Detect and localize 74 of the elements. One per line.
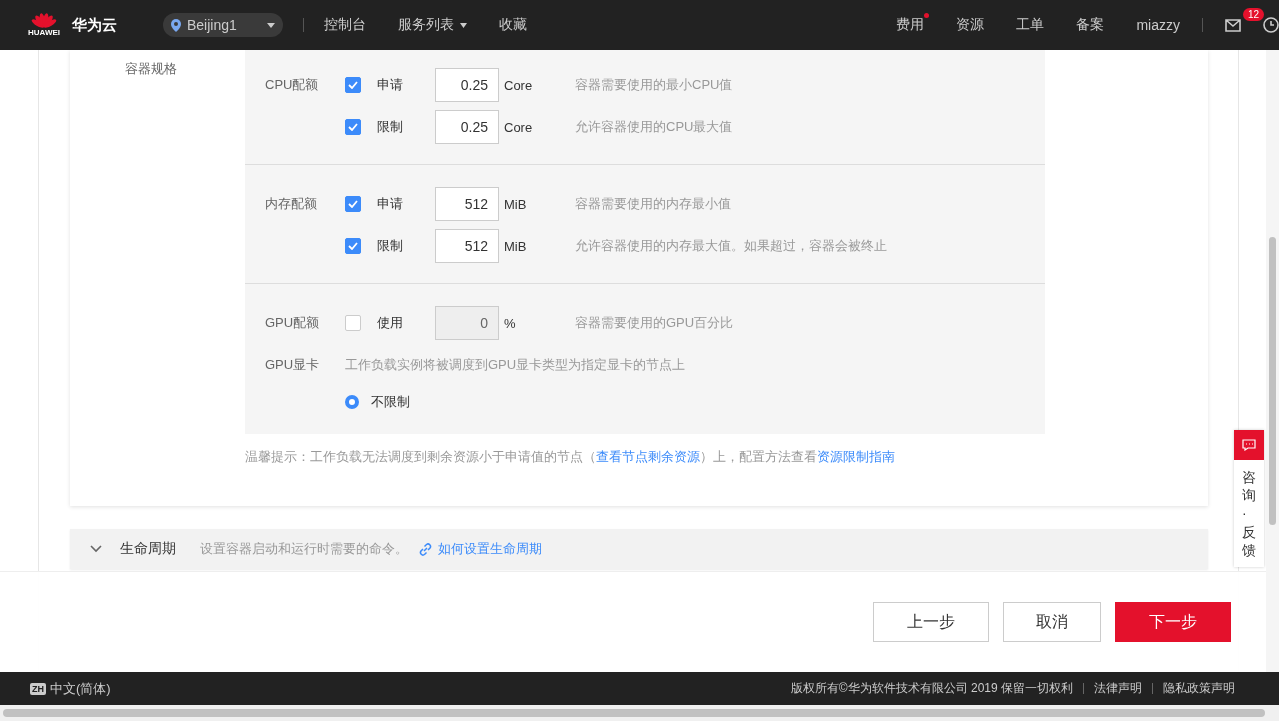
clock-icon[interactable] [1263,17,1279,33]
link-icon [418,541,433,557]
checkmark-icon [348,123,358,131]
vertical-scrollbar[interactable] [1266,50,1279,672]
chat-icon [1242,439,1256,451]
field-label: GPU显卡 [265,356,321,374]
unit-label: MiB [503,238,528,254]
field-description: 允许容器使用的内存最大值。如果超过，容器会被终止 [575,237,887,255]
hint-text: 温馨提示：工作负载无法调度到剩余资源小于申请值的节点（查看节点剩余资源）上，配置方法查看资源限制指南 [245,448,896,466]
number-field[interactable]: 512 [435,187,499,221]
nav-link[interactable]: 控制台 [324,16,366,34]
radio-button[interactable] [345,395,359,409]
language-badge: ZH [30,682,46,695]
section-description: 设置容器启动和运行时需要的命令。 [200,540,408,558]
hint-link[interactable]: 资源限制指南 [817,449,895,464]
unit-label: MiB [503,196,528,212]
nav-link[interactable]: 费用 [896,16,925,34]
caret-icon [267,22,275,28]
unit-label: Core [503,77,534,93]
footer-link[interactable]: 法律声明 [1094,680,1142,697]
checkbox-label: 限制 [377,118,404,136]
number-field[interactable]: 0.25 [435,68,499,102]
brand-name[interactable]: 华为云 [72,15,117,35]
checkmark-icon [348,81,358,89]
unit-label: % [503,315,517,331]
count-badge: 12 [1243,7,1265,21]
nav-link[interactable]: 服务列表 [398,16,467,34]
chevron-icon [90,545,102,553]
checkbox-label: 使用 [377,314,404,332]
language-selector[interactable]: 中文(简体) [50,679,111,698]
checkbox-label: 申请 [377,195,404,213]
checkbox[interactable] [345,196,361,212]
copyright-text: 版权所有©华为软件技术有限公司 2019 保留一切权利 [790,680,1073,697]
section-label: 容器规格 [124,60,178,78]
nav-link[interactable]: 工单 [1016,16,1045,34]
checkbox[interactable] [345,238,361,254]
nav-link[interactable]: miazzy [1136,17,1180,33]
feedback-widget[interactable]: 咨询·反馈 [1234,430,1264,567]
nav-link[interactable]: 备案 [1076,16,1105,34]
nav-link[interactable]: 收藏 [499,16,527,34]
checkmark-icon [348,200,358,208]
radio-label: 不限制 [371,393,410,411]
nav-link[interactable]: 资源 [956,16,985,34]
field-label: CPU配额 [265,76,320,94]
action-button[interactable]: 下一步 [1115,602,1231,642]
section-title: 生命周期 [120,540,177,558]
checkbox-label: 申请 [377,76,404,94]
horizontal-scrollbar[interactable] [0,705,1279,721]
mail-icon[interactable] [1225,18,1241,32]
field-description: 容器需要使用的最小CPU值 [575,76,733,94]
logo-text: HUAWEI [28,28,60,37]
action-button[interactable]: 取消 [1003,602,1101,642]
region-dropdown[interactable]: Beijing1 [163,13,283,37]
checkbox-label: 限制 [377,237,404,255]
location-pin-icon [171,18,181,32]
field-description: 工作负载实例将被调度到GPU显卡类型为指定显卡的节点上 [345,356,686,374]
field-description: 容器需要使用的内存最小值 [575,195,731,213]
field-label: 内存配额 [265,195,318,213]
feedback-label: 咨询·反馈 [1242,468,1256,560]
field-description: 容器需要使用的GPU百分比 [575,314,734,332]
checkbox[interactable] [345,119,361,135]
action-button[interactable]: 上一步 [873,602,989,642]
footer-link[interactable]: 隐私政策声明 [1163,680,1235,697]
field-label: GPU配额 [265,314,321,332]
number-field[interactable]: 512 [435,229,499,263]
flower-logo-icon [31,13,57,28]
checkmark-icon [348,242,358,250]
field-description: 允许容器使用的CPU最大值 [575,118,733,136]
hint-link[interactable]: 查看节点剩余资源 [596,449,700,464]
checkbox[interactable] [345,77,361,93]
number-field[interactable]: 0.25 [435,110,499,144]
caret-icon [460,22,467,28]
unit-label: Core [503,119,534,135]
collapsible-section[interactable]: 生命周期 设置容器启动和运行时需要的命令。 如何设置生命周期 [70,529,1208,569]
